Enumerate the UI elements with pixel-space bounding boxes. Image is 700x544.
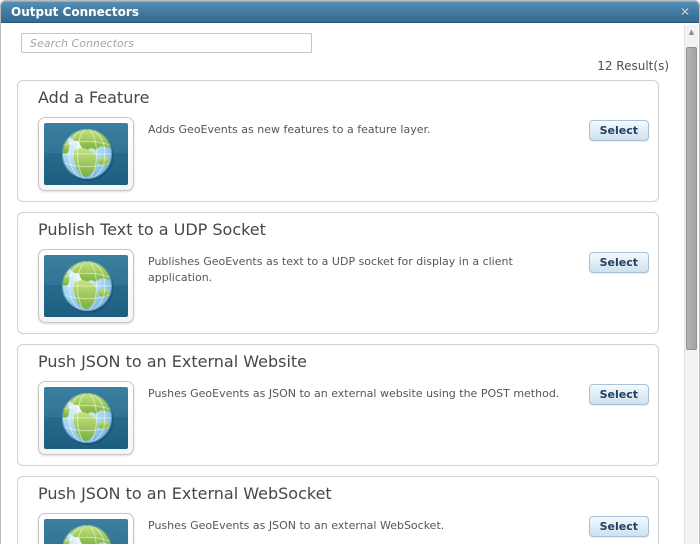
- globe-icon: [38, 513, 134, 544]
- search-input[interactable]: [21, 33, 312, 53]
- vertical-scrollbar[interactable]: ▲: [684, 25, 698, 544]
- connector-description: Pushes GeoEvents as JSON to an external …: [148, 387, 560, 400]
- connector-description: Pushes GeoEvents as JSON to an external …: [148, 519, 445, 532]
- connector-card: Add a Feature Adds GeoEvents as new feat…: [17, 80, 659, 202]
- scroll-up-icon[interactable]: ▲: [685, 25, 698, 40]
- connector-description: Publishes GeoEvents as text to a UDP soc…: [148, 255, 513, 284]
- results-count: 12 Result(s): [597, 59, 669, 73]
- output-connectors-dialog: Output Connectors ✕ 12 Result(s) Add a F…: [0, 0, 700, 544]
- select-button[interactable]: Select: [588, 384, 649, 405]
- connector-card: Push JSON to an External Website Pushes …: [17, 344, 659, 466]
- select-button[interactable]: Select: [588, 120, 649, 141]
- connector-list: Add a Feature Adds GeoEvents as new feat…: [17, 80, 659, 544]
- connector-card: Push JSON to an External WebSocket Pushe…: [17, 476, 659, 544]
- close-icon[interactable]: ✕: [680, 1, 690, 23]
- select-button[interactable]: Select: [588, 252, 649, 273]
- dialog-content: 12 Result(s) Add a Feature Adds GeoEvent…: [1, 33, 699, 544]
- globe-icon: [38, 117, 134, 191]
- scrollbar-thumb[interactable]: [686, 47, 697, 350]
- select-button[interactable]: Select: [588, 516, 649, 537]
- connector-description: Adds GeoEvents as new features to a feat…: [148, 123, 431, 136]
- connector-title: Add a Feature: [38, 88, 150, 107]
- globe-icon: [38, 249, 134, 323]
- connector-title: Push JSON to an External Website: [38, 352, 308, 371]
- dialog-titlebar: Output Connectors ✕: [1, 1, 699, 23]
- connector-title: Push JSON to an External WebSocket: [38, 484, 332, 503]
- connector-card: Publish Text to a UDP Socket Publishes G…: [17, 212, 659, 334]
- connector-title: Publish Text to a UDP Socket: [38, 220, 266, 239]
- dialog-title: Output Connectors: [11, 5, 139, 19]
- globe-icon: [38, 381, 134, 455]
